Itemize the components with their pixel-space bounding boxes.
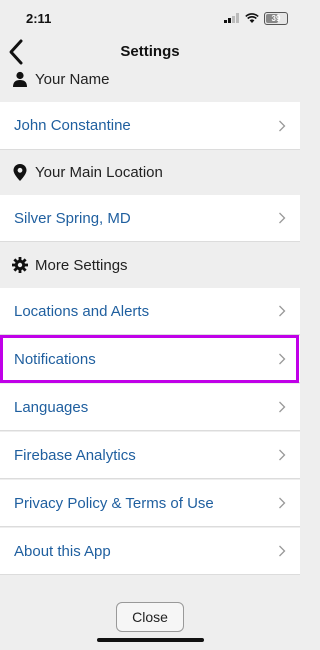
chevron-right-icon [279,401,286,413]
status-time: 2:11 [26,10,52,26]
chevron-right-icon [279,497,286,509]
chevron-right-icon [279,449,286,461]
status-icons: 39 [224,11,288,25]
status-bar: 2:11 39 [0,0,300,36]
settings-item-label: Languages [14,398,89,416]
battery-icon: 39 [264,11,288,25]
settings-item-firebase-analytics[interactable]: Firebase Analytics [0,432,300,479]
section-header-name: Your Name [0,57,300,101]
gear-icon [12,257,28,273]
chevron-right-icon [279,120,286,131]
settings-item-about[interactable]: About this App [0,528,300,575]
battery-level: 39 [271,13,281,23]
name-value: John Constantine [14,117,131,134]
person-icon [12,71,28,87]
chevron-right-icon [279,545,286,557]
settings-item-privacy-policy[interactable]: Privacy Policy & Terms of Use [0,480,300,527]
settings-item-languages[interactable]: Languages [0,384,300,431]
close-button[interactable]: Close [116,602,184,632]
chevron-right-icon [279,305,286,317]
settings-item-notifications[interactable]: Notifications [0,336,300,383]
settings-item-label: Notifications [14,350,96,368]
section-title-name: Your Name [35,70,110,88]
wifi-icon [245,12,259,23]
name-row[interactable]: John Constantine [0,102,300,150]
location-pin-icon [12,163,28,181]
section-title-location: Your Main Location [35,163,163,181]
chevron-right-icon [279,212,286,224]
location-value: Silver Spring, MD [14,209,131,227]
location-row[interactable]: Silver Spring, MD [0,195,300,242]
settings-item-label: About this App [14,542,111,560]
settings-item-label: Locations and Alerts [14,302,150,320]
section-header-location: Your Main Location [0,150,300,194]
settings-item-label: Firebase Analytics [14,446,136,464]
home-indicator [97,638,204,642]
chevron-right-icon [279,353,286,365]
section-header-more: More Settings [0,243,300,287]
settings-item-label: Privacy Policy & Terms of Use [14,494,214,512]
settings-item-locations-and-alerts[interactable]: Locations and Alerts [0,288,300,335]
signal-icon [224,13,239,23]
section-title-more: More Settings [35,256,128,274]
